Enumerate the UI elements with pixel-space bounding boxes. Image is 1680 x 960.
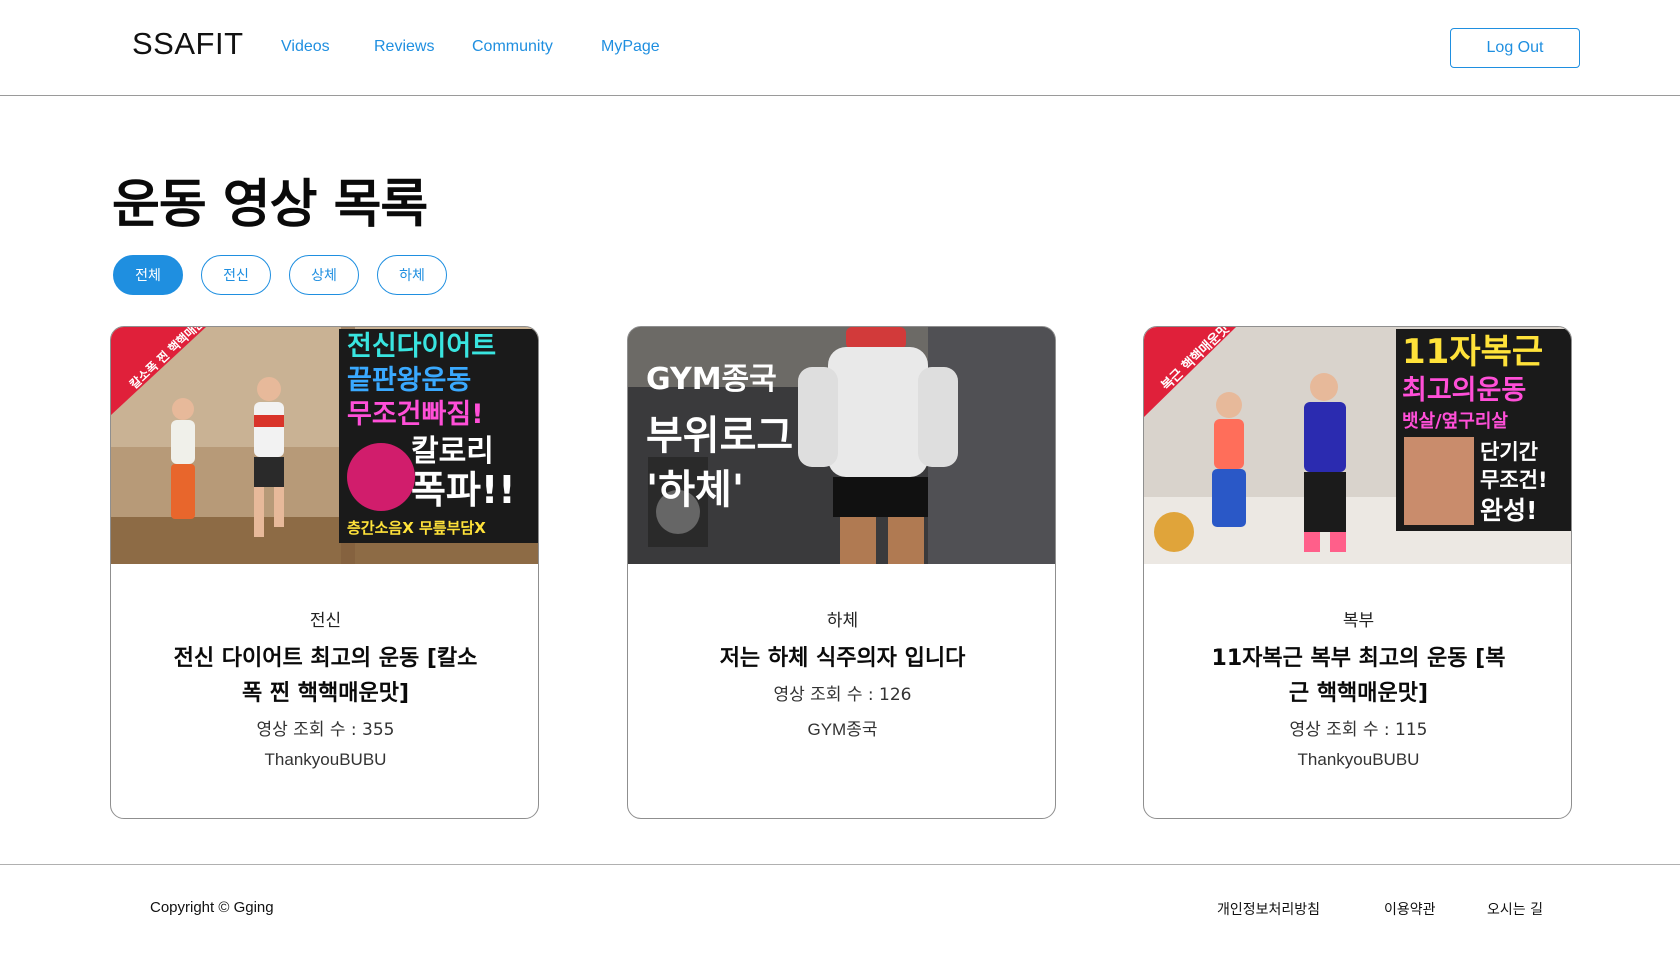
thumbnail-image: 칼소폭 찐 핵핵매운맛 전신다이어트 끝판왕운동 무조건빠짐! 칼로리 폭파!!… [111, 327, 538, 564]
nav-community[interactable]: Community [472, 38, 553, 56]
filter-all[interactable]: 전체 [113, 255, 183, 295]
video-title[interactable]: 11자복근 복부 최고의 운동 [복근 핵핵매운맛] [1204, 641, 1514, 711]
filter-lowerbody[interactable]: 하체 [377, 255, 447, 295]
video-title[interactable]: 저는 하체 식주의자 입니다 [688, 641, 998, 676]
svg-text:칼로리: 칼로리 [411, 434, 494, 469]
logo[interactable]: SSAFIT [132, 26, 244, 62]
video-views: 영상 조회 수 : 115 [1289, 720, 1428, 740]
svg-text:최고의운동: 최고의운동 [1402, 375, 1526, 406]
video-thumbnail[interactable]: 복근 핵핵매운맛 11자복근 최고의운동 뱃살/옆구리살 단기간 무조건! 완성… [1144, 327, 1571, 564]
video-channel: GYM종국 [807, 720, 878, 739]
video-card[interactable]: GYM종국 부위로그 '하체' 하체 저는 하체 식주의자 입니다 영상 조회 … [627, 326, 1056, 819]
footer-link-directions[interactable]: 오시는 길 [1487, 899, 1543, 919]
filter-fullbody[interactable]: 전신 [201, 255, 271, 295]
nav-mypage[interactable]: MyPage [601, 38, 660, 56]
video-thumbnail[interactable]: 칼소폭 찐 핵핵매운맛 전신다이어트 끝판왕운동 무조건빠짐! 칼로리 폭파!!… [111, 327, 538, 564]
video-card[interactable]: 복근 핵핵매운맛 11자복근 최고의운동 뱃살/옆구리살 단기간 무조건! 완성… [1143, 326, 1572, 819]
video-category: 전신 [309, 611, 342, 631]
video-category: 복부 [1342, 611, 1375, 631]
svg-text:층간소음X 무릎부담X: 층간소음X 무릎부담X [347, 519, 486, 537]
thumbnail-image: 복근 핵핵매운맛 11자복근 최고의운동 뱃살/옆구리살 단기간 무조건! 완성… [1144, 327, 1571, 564]
card-body: 복부 11자복근 복부 최고의 운동 [복근 핵핵매운맛] 영상 조회 수 : … [1144, 564, 1571, 770]
card-body: 전신 전신 다이어트 최고의 운동 [칼소폭 찐 핵핵매운맛] 영상 조회 수 … [111, 564, 538, 770]
video-card[interactable]: 칼소폭 찐 핵핵매운맛 전신다이어트 끝판왕운동 무조건빠짐! 칼로리 폭파!!… [110, 326, 539, 819]
copyright-text: Copyright © Gging [150, 899, 274, 916]
svg-text:11자복근: 11자복근 [1402, 332, 1543, 372]
video-views: 영상 조회 수 : 355 [256, 720, 395, 740]
footer-link-privacy[interactable]: 개인정보처리방침 [1217, 899, 1320, 919]
footer-link-terms[interactable]: 이용약관 [1384, 899, 1436, 919]
svg-text:단기간: 단기간 [1480, 440, 1538, 464]
svg-text:전신다이어트: 전신다이어트 [347, 331, 496, 362]
video-views: 영상 조회 수 : 126 [773, 685, 912, 705]
page-title: 운동 영상 목록 [112, 175, 428, 235]
video-channel: ThankyouBUBU [1297, 750, 1420, 769]
footer: Copyright © Gging 개인정보처리방침 이용약관 오시는 길 [0, 864, 1680, 960]
video-channel: ThankyouBUBU [264, 750, 387, 769]
nav-reviews[interactable]: Reviews [374, 38, 434, 56]
svg-text:무조건빠짐!: 무조건빠짐! [347, 399, 484, 430]
svg-text:뱃살/옆구리살: 뱃살/옆구리살 [1402, 411, 1508, 432]
top-navbar: SSAFIT Videos Reviews Community MyPage L… [0, 0, 1680, 96]
thumbnail-image: GYM종국 부위로그 '하체' [628, 327, 1055, 564]
video-category: 하체 [826, 611, 859, 631]
svg-text:부위로그: 부위로그 [646, 413, 793, 459]
card-body: 하체 저는 하체 식주의자 입니다 영상 조회 수 : 126 GYM종국 [628, 564, 1055, 740]
svg-text:'하체': '하체' [646, 467, 744, 513]
svg-text:무조건!: 무조건! [1480, 468, 1548, 492]
svg-text:완성!: 완성! [1480, 496, 1537, 525]
logout-button[interactable]: Log Out [1450, 28, 1580, 68]
filter-upperbody[interactable]: 상체 [289, 255, 359, 295]
svg-text:폭파!!: 폭파!! [411, 468, 516, 512]
video-thumbnail[interactable]: GYM종국 부위로그 '하체' [628, 327, 1055, 564]
svg-text:GYM종국: GYM종국 [646, 362, 777, 397]
video-title[interactable]: 전신 다이어트 최고의 운동 [칼소폭 찐 핵핵매운맛] [171, 641, 481, 711]
svg-text:끝판왕운동: 끝판왕운동 [347, 365, 471, 396]
nav-videos[interactable]: Videos [281, 38, 330, 56]
